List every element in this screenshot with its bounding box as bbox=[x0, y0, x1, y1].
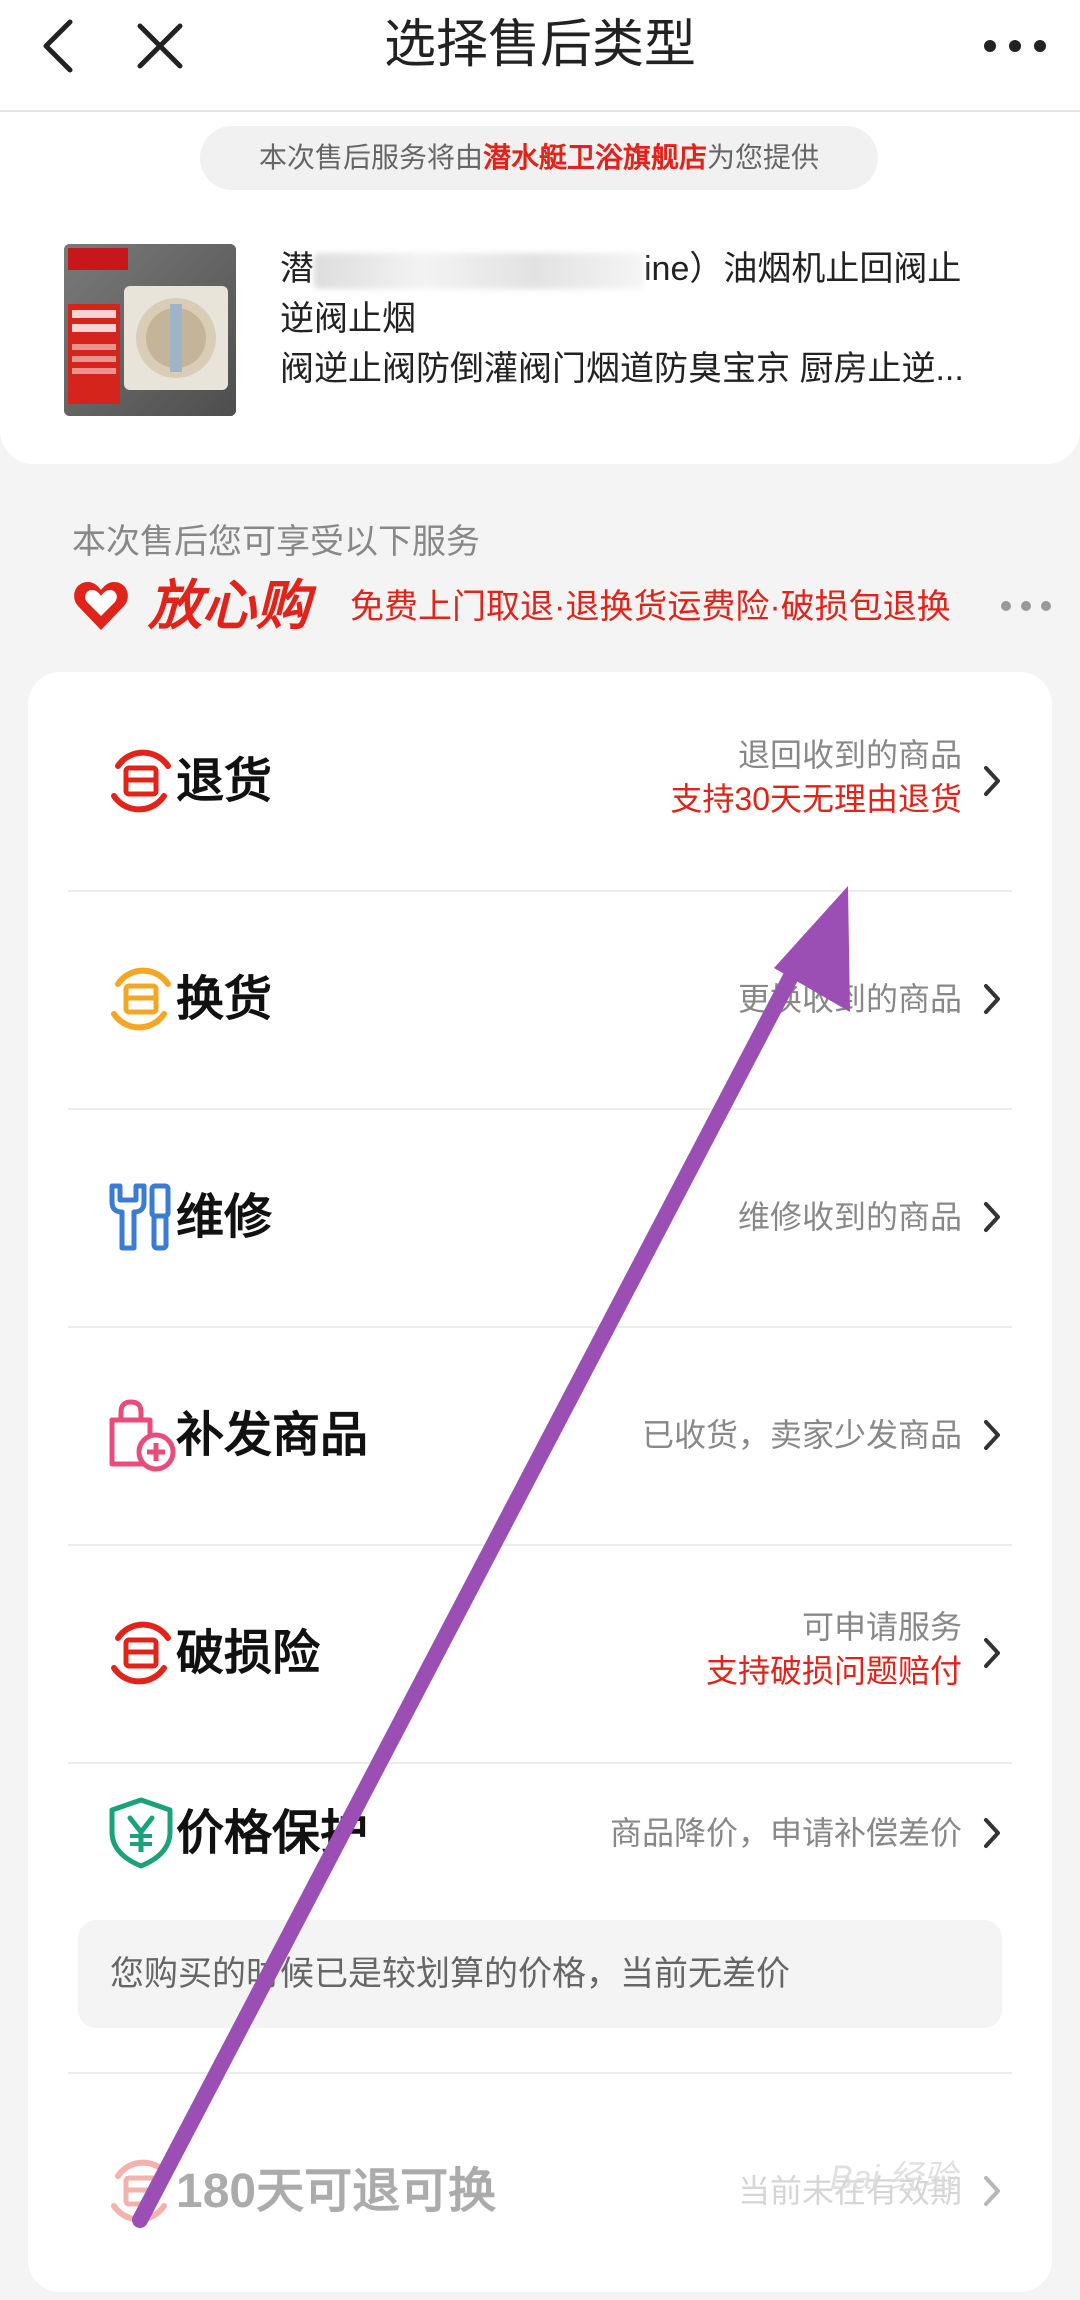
nav-bar: 选择售后类型 bbox=[0, 0, 1080, 112]
option-desc: 退回收到的商品 bbox=[737, 737, 962, 773]
option-label: 补发商品 bbox=[176, 1409, 369, 1462]
product-thumbnail bbox=[64, 244, 236, 416]
price-note: 您购买的时候已是较划算的价格，当前无差价 bbox=[78, 1920, 1002, 2028]
option-label: 价格保护 bbox=[176, 1807, 369, 1860]
option-label: 破损险 bbox=[176, 1627, 321, 1680]
return-icon bbox=[111, 749, 171, 813]
option-exchange[interactable]: 换货 更换收到的商品 bbox=[68, 890, 1012, 1110]
provider-suffix: 为您提供 bbox=[707, 142, 820, 173]
chevron-right-icon bbox=[984, 766, 1000, 796]
option-damage-insurance[interactable]: 破损险 可申请服务 支持破损问题赔付 bbox=[68, 1544, 1012, 1764]
product-card: 本次售后服务将由潜水艇卫浴旗舰店为您提供 潜 ine）油烟机止回阀止逆阀止烟 阀逆… bbox=[0, 112, 1080, 464]
option-return[interactable]: 退货 退回收到的商品 支持30天无理由退货 bbox=[68, 672, 1012, 892]
exchange-icon bbox=[111, 967, 171, 1031]
option-reissue[interactable]: 补发商品 已收货，卖家少发商品 bbox=[68, 1326, 1012, 1546]
provider-prefix: 本次售后服务将由 bbox=[258, 142, 483, 173]
option-label: 维修 bbox=[176, 1191, 273, 1244]
provider-notice: 本次售后服务将由潜水艇卫浴旗舰店为您提供 bbox=[200, 126, 878, 190]
damage-icon bbox=[111, 1621, 171, 1685]
product-title-line2: 阀逆止阀防倒灌阀门烟道防臭宝京 厨房止逆... bbox=[280, 350, 964, 388]
more-icon[interactable] bbox=[980, 26, 1050, 66]
option-desc: 维修收到的商品 bbox=[737, 1199, 962, 1235]
option-desc: 可申请服务 bbox=[801, 1609, 962, 1645]
chevron-right-icon bbox=[984, 984, 1000, 1014]
heart-icon bbox=[74, 582, 128, 630]
shield-yuan-icon bbox=[109, 1797, 173, 1869]
service-label: 本次售后您可享受以下服务 bbox=[72, 523, 480, 561]
chevron-right-icon bbox=[984, 1638, 1000, 1668]
bag-plus-icon bbox=[109, 1399, 176, 1472]
chevron-right-icon bbox=[984, 1202, 1000, 1232]
product-title-start: 潜 bbox=[280, 250, 314, 288]
option-desc: 已收货，卖家少发商品 bbox=[641, 1417, 962, 1453]
option-label: 换货 bbox=[176, 973, 273, 1026]
aftersale-options: 退货 退回收到的商品 支持30天无理由退货 换货 更换收到的商品 维修 维修收到… bbox=[28, 672, 1052, 2292]
option-label: 180天可退可换 bbox=[176, 2165, 497, 2218]
page-title: 选择售后类型 bbox=[383, 16, 696, 74]
return-icon bbox=[111, 2159, 171, 2223]
option-repair[interactable]: 维修 维修收到的商品 bbox=[68, 1108, 1012, 1328]
chevron-right-icon bbox=[984, 1818, 1000, 1848]
chevron-right-icon bbox=[984, 2176, 1000, 2206]
brand-name: 放心购 bbox=[148, 576, 310, 636]
option-label: 退货 bbox=[176, 755, 273, 808]
shop-name[interactable]: 潜水艇卫浴旗舰店 bbox=[483, 142, 707, 173]
assurance-row[interactable]: 放心购 免费上门取退·退换货运费险·破损包退换 bbox=[72, 576, 1072, 638]
wrench-screwdriver-icon bbox=[109, 1183, 171, 1251]
product-title-mid: ine） bbox=[644, 250, 724, 288]
chevron-right-icon bbox=[984, 1420, 1000, 1450]
assurance-features: 免费上门取退·退换货运费险·破损包退换 bbox=[350, 588, 951, 626]
product-title[interactable]: 潜 ine）油烟机止回阀止逆阀止烟 阀逆止阀防倒灌阀门烟道防臭宝京 厨房止逆... bbox=[280, 244, 990, 394]
blurred-text bbox=[314, 253, 644, 290]
option-highlight: 支持破损问题赔付 bbox=[705, 1653, 962, 1689]
more-dots-icon bbox=[1001, 601, 1051, 611]
watermark: Bai 经验 bbox=[830, 2159, 957, 2197]
option-desc: 商品降价，申请补偿差价 bbox=[609, 1815, 962, 1851]
option-desc: 更换收到的商品 bbox=[737, 981, 962, 1017]
option-highlight: 支持30天无理由退货 bbox=[670, 781, 962, 817]
